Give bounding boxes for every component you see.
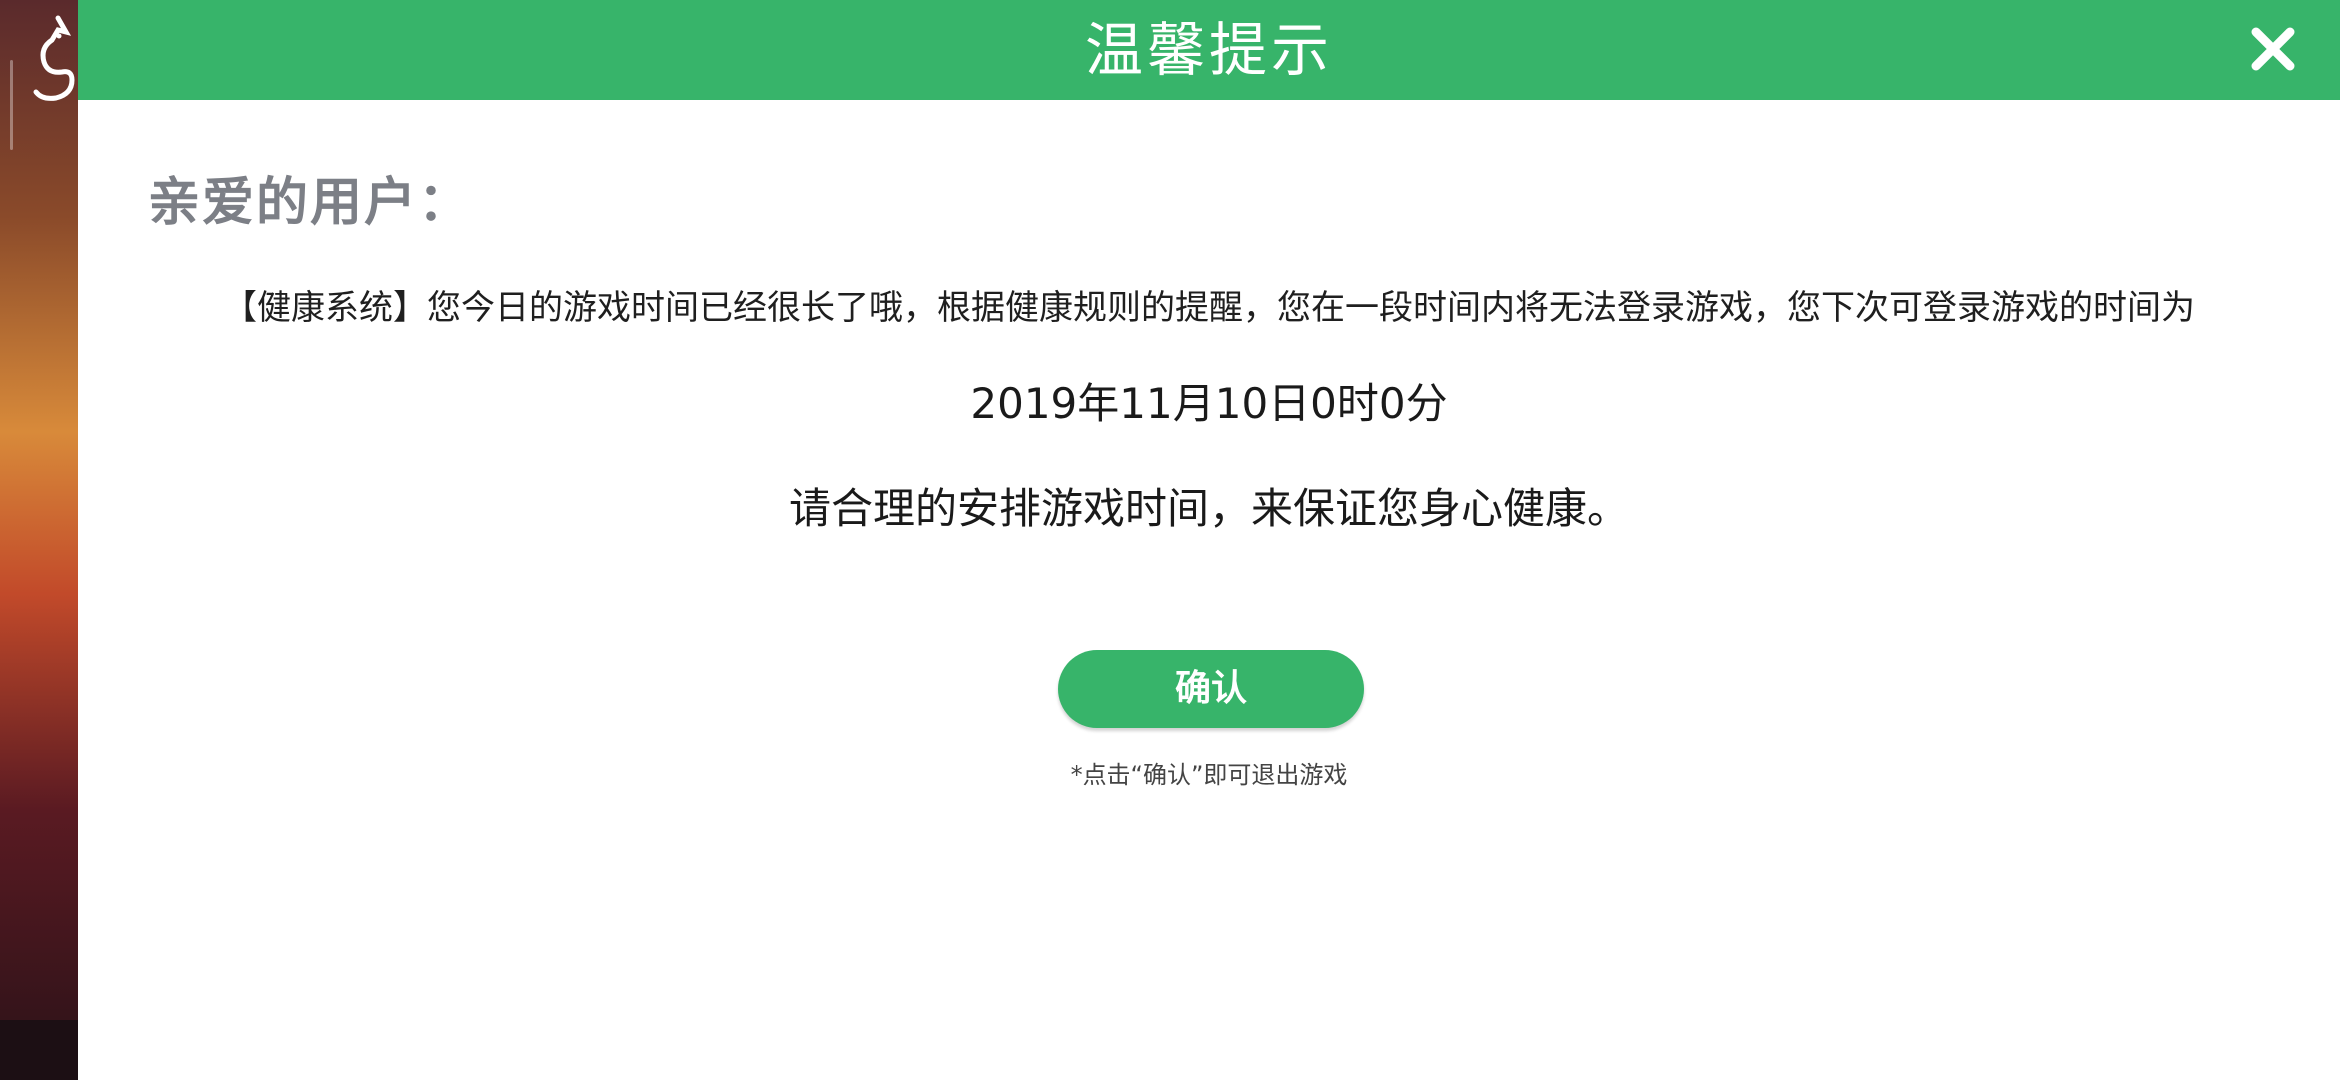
health-reminder-dialog: 温馨提示 亲爱的用户： 【健康系统】您今日的游戏时间已经很长了哦，根据健康规则的… — [78, 0, 2340, 1080]
dialog-title-bar: 温馨提示 — [78, 0, 2340, 100]
game-logo-icon — [33, 15, 75, 101]
next-login-time: 2019年11月10日0时0分 — [970, 379, 1448, 428]
confirm-button[interactable]: 确认 — [1058, 650, 1364, 728]
greeting-heading: 亲爱的用户： — [148, 173, 473, 233]
background-bottom — [0, 1020, 80, 1080]
background-game-art — [0, 0, 80, 1080]
exit-note: *点击“确认”即可退出游戏 — [1070, 761, 1348, 789]
side-divider — [10, 60, 13, 150]
dialog-title: 温馨提示 — [1084, 16, 1333, 84]
close-icon[interactable] — [2244, 20, 2302, 78]
health-system-message: 【健康系统】您今日的游戏时间已经很长了哦，根据健康规则的提醒，您在一段时间内将无… — [223, 288, 2195, 328]
health-advice: 请合理的安排游戏时间，来保证您身心健康。 — [788, 484, 1629, 533]
